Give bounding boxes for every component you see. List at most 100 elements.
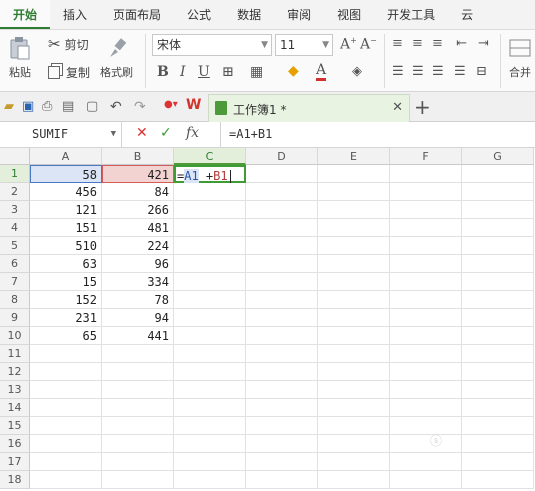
table-cell[interactable] <box>462 345 534 363</box>
justify-icon[interactable]: ☰ <box>454 64 466 79</box>
table-cell[interactable] <box>246 219 318 237</box>
table-cell[interactable] <box>318 219 390 237</box>
redo-icon[interactable]: ↷ <box>134 99 150 115</box>
row-header[interactable]: 14 <box>0 399 30 417</box>
print-preview-icon[interactable]: ▤ <box>62 99 78 115</box>
table-cell[interactable] <box>246 237 318 255</box>
active-cell-editor[interactable]: =A1 +B1 <box>174 165 246 183</box>
row-header[interactable]: 18 <box>0 471 30 489</box>
table-cell[interactable] <box>390 381 462 399</box>
font-name-select[interactable]: 宋体 ▼ <box>152 34 272 56</box>
format-painter-button[interactable]: 格式刷 <box>100 36 133 80</box>
align-middle-icon[interactable]: ≡ <box>412 36 423 51</box>
align-left-icon[interactable]: ☰ <box>392 64 404 79</box>
table-cell[interactable] <box>318 399 390 417</box>
table-cell[interactable] <box>246 201 318 219</box>
table-cell[interactable] <box>390 237 462 255</box>
table-cell[interactable] <box>318 273 390 291</box>
table-cell[interactable] <box>318 237 390 255</box>
row-header[interactable]: 4 <box>0 219 30 237</box>
table-cell[interactable]: 151 <box>30 219 102 237</box>
name-box[interactable]: SUMIF ▼ <box>0 122 122 147</box>
ribbon-tab[interactable]: 公式 <box>174 0 224 29</box>
table-cell[interactable]: 224 <box>102 237 174 255</box>
table-cell[interactable] <box>462 327 534 345</box>
table-cell[interactable]: 441 <box>102 327 174 345</box>
table-cell[interactable] <box>318 165 390 183</box>
table-cell[interactable] <box>390 255 462 273</box>
table-cell[interactable] <box>30 417 102 435</box>
table-cell[interactable] <box>30 399 102 417</box>
clear-format-icon[interactable]: ◈ <box>352 64 362 79</box>
distributed-icon[interactable]: ⊟ <box>476 64 487 79</box>
column-header[interactable]: G <box>462 148 534 165</box>
merge-button[interactable]: 合并 <box>508 36 532 80</box>
table-cell[interactable] <box>462 291 534 309</box>
cancel-icon[interactable]: ✕ <box>136 125 148 141</box>
border-icon[interactable]: ⊞ <box>222 64 234 80</box>
table-cell[interactable] <box>318 471 390 489</box>
table-cell[interactable]: 78 <box>102 291 174 309</box>
table-cell[interactable] <box>390 345 462 363</box>
cut-button[interactable]: ✂ 剪切 <box>48 35 89 53</box>
table-cell[interactable] <box>462 237 534 255</box>
table-cell[interactable] <box>30 381 102 399</box>
font-color-icon[interactable]: A <box>316 62 327 81</box>
row-header[interactable]: 16 <box>0 435 30 453</box>
table-cell[interactable] <box>246 273 318 291</box>
table-cell[interactable] <box>462 183 534 201</box>
table-cell[interactable] <box>390 435 462 453</box>
copy-button[interactable]: 复制 <box>48 64 90 81</box>
row-header[interactable]: 12 <box>0 363 30 381</box>
table-cell[interactable]: 94 <box>102 309 174 327</box>
underline-icon[interactable]: U <box>198 64 210 80</box>
table-cell[interactable] <box>390 201 462 219</box>
align-center-icon[interactable]: ☰ <box>412 64 424 79</box>
table-cell[interactable] <box>246 363 318 381</box>
table-cell[interactable] <box>390 399 462 417</box>
column-header[interactable]: B <box>102 148 174 165</box>
table-cell[interactable]: 121 <box>30 201 102 219</box>
table-cell[interactable] <box>30 453 102 471</box>
spreadsheet-grid[interactable]: A B C D E F G 1 58 421 =A1 +B1 2 456 84 3 121 266 4 151 481… <box>0 148 535 491</box>
table-cell[interactable]: 231 <box>30 309 102 327</box>
table-cell[interactable] <box>462 381 534 399</box>
table-cell[interactable] <box>318 435 390 453</box>
table-cell[interactable] <box>462 471 534 489</box>
table-cell[interactable] <box>174 471 246 489</box>
ribbon-tab[interactable]: 页面布局 <box>100 0 174 29</box>
table-cell[interactable] <box>102 435 174 453</box>
table-cell[interactable] <box>390 273 462 291</box>
table-cell[interactable] <box>174 255 246 273</box>
column-header[interactable]: D <box>246 148 318 165</box>
table-cell[interactable] <box>318 345 390 363</box>
table-cell[interactable] <box>390 327 462 345</box>
table-cell[interactable] <box>174 237 246 255</box>
table-cell[interactable] <box>246 453 318 471</box>
table-cell[interactable] <box>174 417 246 435</box>
table-cell[interactable] <box>390 363 462 381</box>
table-cell[interactable] <box>246 309 318 327</box>
table-cell[interactable] <box>102 417 174 435</box>
table-cell[interactable] <box>462 309 534 327</box>
table-cell[interactable] <box>246 291 318 309</box>
table-cell[interactable] <box>174 219 246 237</box>
close-icon[interactable]: ✕ <box>392 100 403 115</box>
table-cell[interactable]: 84 <box>102 183 174 201</box>
align-top-icon[interactable]: ≡ <box>392 36 403 51</box>
table-cell[interactable] <box>174 453 246 471</box>
table-cell[interactable] <box>318 291 390 309</box>
table-cell[interactable] <box>318 417 390 435</box>
new-tab-icon[interactable]: + <box>414 95 431 119</box>
save-icon[interactable]: ▣ <box>22 99 38 115</box>
indent-increase-icon[interactable]: ⇥ <box>478 36 489 51</box>
align-right-icon[interactable]: ☰ <box>432 64 444 79</box>
table-cell[interactable] <box>390 453 462 471</box>
table-cell[interactable]: 152 <box>30 291 102 309</box>
table-cell[interactable] <box>246 255 318 273</box>
table-cell[interactable] <box>318 327 390 345</box>
table-cell[interactable]: 65 <box>30 327 102 345</box>
table-cell[interactable] <box>102 453 174 471</box>
row-header[interactable]: 7 <box>0 273 30 291</box>
table-cell[interactable] <box>102 471 174 489</box>
